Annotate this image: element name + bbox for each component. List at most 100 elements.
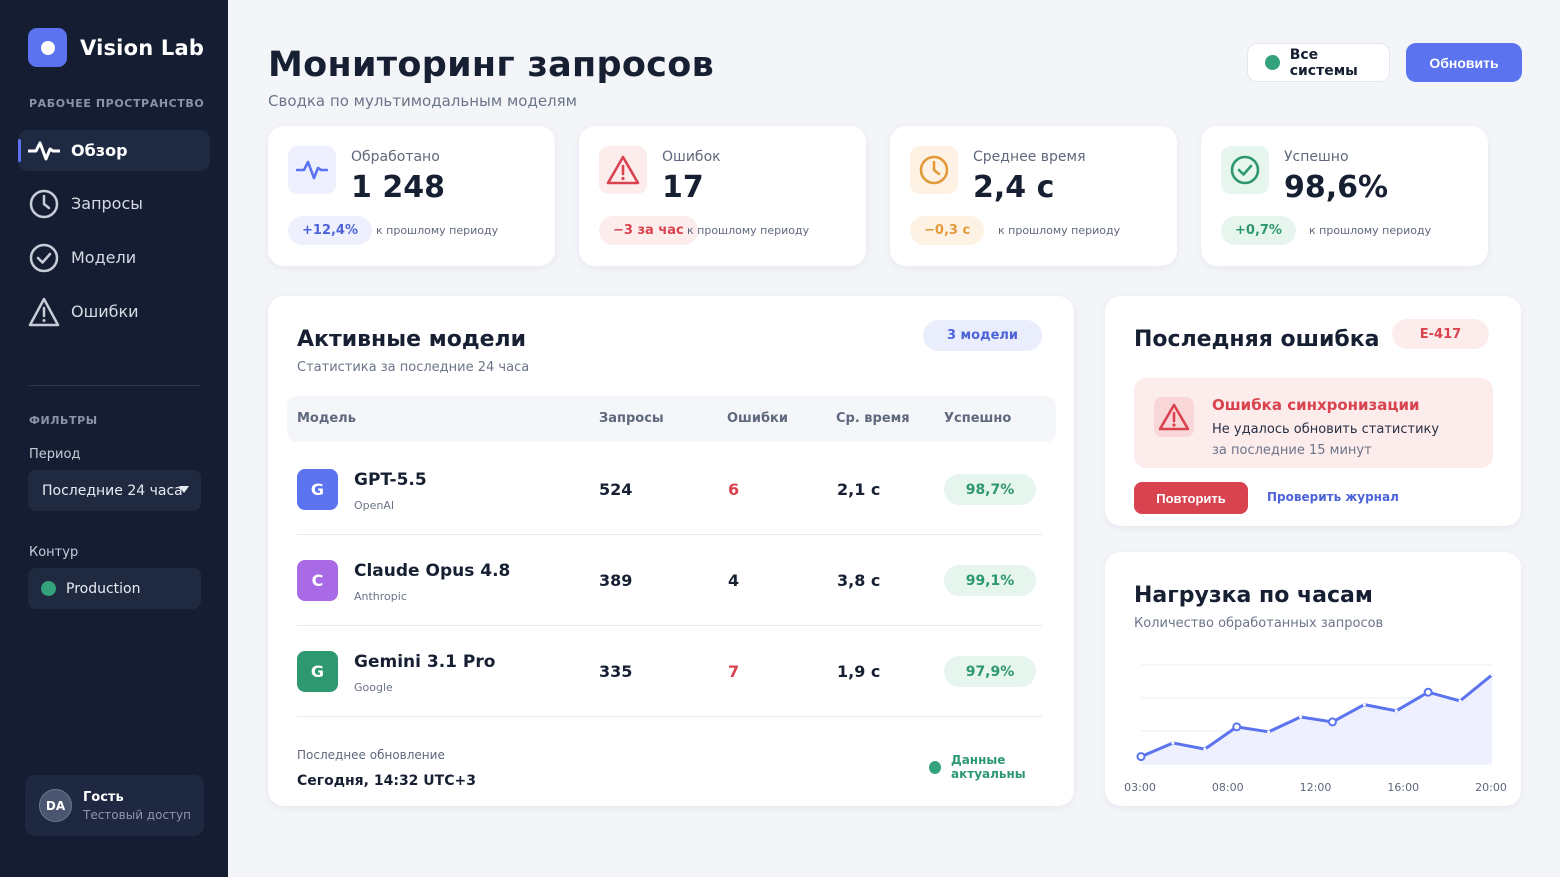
sidebar-item-models[interactable]: Модели [18,237,210,278]
errors-cell: 4 [728,571,740,590]
stat-change-badge: −0,3 с [910,216,985,245]
requests-cell: 524 [599,480,633,499]
stat-card-processed: Обработано 1 248 +12,4% к прошлому перио… [268,126,555,266]
stat-value: 1 248 [351,170,445,205]
check-log-link[interactable]: Проверить журнал [1267,490,1399,504]
stat-change-badge: +12,4% [288,216,372,245]
brand-name: Vision Lab [80,35,205,60]
column-header-errors[interactable]: Ошибки [727,411,788,426]
user-name: Гость [83,789,124,805]
system-status-badge[interactable]: Все системы [1247,43,1390,82]
check-circle-icon [1221,146,1269,194]
load-point [1203,747,1207,751]
status-dot-icon [41,581,56,596]
load-point [1136,752,1146,762]
sidebar-item-errors[interactable]: Ошибки [18,291,210,332]
column-header-avg-time[interactable]: Ср. время [836,411,910,426]
load-point [1267,730,1271,734]
model-name: Claude Opus 4.8 [354,561,511,581]
sidebar-item-label: Ошибки [71,302,139,321]
x-tick-label: 12:00 [1300,781,1332,794]
warning-icon [28,296,60,328]
stat-label: Ошибок [662,149,721,165]
requests-cell: 335 [599,662,633,681]
sidebar: Vision Lab РАБОЧЕЕ ПРОСТРАНСТВО Обзор За… [0,0,228,877]
models-title: Активные модели [297,327,527,352]
clock-icon [910,146,958,194]
avg-time-cell: 2,1 с [837,480,881,499]
user-role: Тестовый доступ [83,807,191,822]
errors-cell: 6 [728,480,740,499]
contour-select[interactable]: Production [28,568,201,609]
avatar: DA [39,789,72,822]
last-update-value: Сегодня, 14:32 UTC+3 [297,773,476,789]
table-row[interactable]: G Gemini 3.1 Pro Google 335 7 1,9 с 97,9… [297,626,1042,717]
last-error-card: Последняя ошибка E-417 Ошибка синхрониза… [1105,296,1521,526]
table-header: Модель Запросы Ошибки Ср. время Успешно [287,396,1056,442]
load-point [1394,709,1398,713]
requests-cell: 389 [599,571,633,590]
period-label: Период [29,447,81,462]
load-point [1458,699,1462,703]
stat-card-avg-time: Среднее время 2,4 с −0,3 с к прошлому пе… [890,126,1177,266]
model-vendor: Google [354,681,393,694]
brand-logo-icon [28,28,67,67]
brand[interactable]: Vision Lab [28,28,204,67]
status-dot-icon [1265,55,1280,70]
models-subtitle: Статистика за последние 24 часа [297,360,530,375]
page-subtitle: Сводка по мультимодальным моделям [268,92,577,110]
warning-icon [1154,397,1194,437]
retry-button[interactable]: Повторить [1134,482,1248,514]
load-point [1299,715,1303,719]
x-tick-label: 20:00 [1475,781,1507,794]
avg-time-cell: 3,8 с [837,571,881,590]
active-models-card: Активные модели Статистика за последние … [268,296,1074,806]
load-point [1171,741,1175,745]
filters-section-title: ФИЛЬТРЫ [29,414,98,427]
hourly-load-card: Нагрузка по часам Количество обработанны… [1105,552,1521,806]
user-card[interactable]: DA Гость Тестовый доступ [25,775,204,836]
sidebar-item-requests[interactable]: Запросы [18,183,210,224]
activity-icon [28,135,60,167]
models-count-badge: 3 модели [923,320,1042,351]
sidebar-divider [29,385,200,386]
refresh-button[interactable]: Обновить [1406,43,1522,82]
model-logo: G [297,469,338,510]
column-header-model[interactable]: Модель [297,411,356,426]
stat-label: Обработано [351,149,440,165]
stat-note: к прошлому периоду [376,224,499,237]
stat-label: Среднее время [973,149,1086,165]
load-point [1327,717,1337,727]
model-logo: G [297,651,338,692]
stat-label: Успешно [1284,149,1349,165]
x-tick-label: 03:00 [1124,781,1156,794]
load-point [1423,687,1433,697]
load-point [1232,722,1242,732]
data-fresh-status: Данные актуальны [929,753,1074,781]
table-row[interactable]: C Claude Opus 4.8 Anthropic 389 4 3,8 с … [297,535,1042,626]
workspace-section-title: РАБОЧЕЕ ПРОСТРАНСТВО [29,97,205,110]
column-header-success[interactable]: Успешно [944,411,1011,426]
sidebar-item-label: Обзор [71,141,128,160]
table-row[interactable]: G GPT-5.5 OpenAI 524 6 2,1 с 98,7% [297,444,1042,535]
success-badge: 99,1% [944,565,1036,596]
sidebar-item-overview[interactable]: Обзор [18,130,210,171]
error-code-badge: E-417 [1392,319,1489,349]
contour-label: Контур [29,545,79,560]
period-select[interactable]: Последние 24 часа [28,470,201,511]
last-error-title: Последняя ошибка [1134,327,1380,352]
error-alert-time: за последние 15 минут [1212,443,1372,458]
error-alert-description: Не удалось обновить статистику [1212,422,1440,437]
load-chart: 03:00 08:00 12:00 16:00 20:00 [1124,664,1507,794]
stat-note: к прошлому периоду [998,224,1121,237]
chevron-down-icon [179,486,189,493]
activity-icon [288,146,336,194]
stat-card-success: Успешно 98,6% +0,7% к прошлому периоду [1201,126,1488,266]
stat-value: 2,4 с [973,170,1055,205]
column-header-requests[interactable]: Запросы [599,411,664,426]
success-badge: 98,7% [944,474,1036,505]
stat-card-errors: Ошибок 17 −3 за час к прошлому периоду [579,126,866,266]
stat-change-badge: +0,7% [1221,216,1296,245]
data-fresh-label: Данные актуальны [951,753,1026,781]
stat-note: к прошлому периоду [687,224,810,237]
